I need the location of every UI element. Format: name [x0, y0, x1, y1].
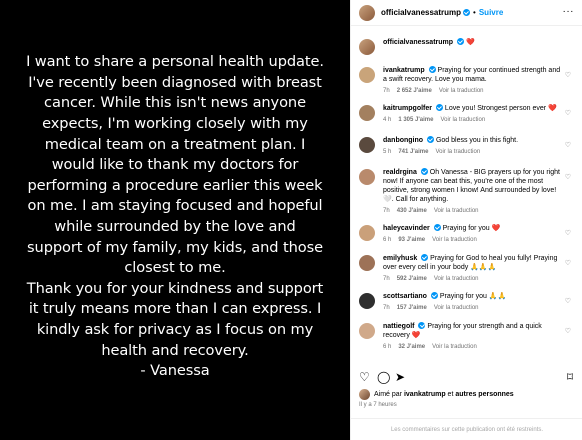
comment-time: 5 h	[383, 149, 392, 155]
post-timestamp: Il y a 7 heures	[359, 402, 397, 408]
verified-badge-icon	[418, 322, 426, 329]
verified-badge-icon	[428, 66, 436, 73]
more-options-icon[interactable]: ···	[563, 6, 575, 17]
comment-item: danbongino God bless you in this fight. …	[359, 136, 575, 155]
avatar[interactable]	[359, 293, 375, 309]
like-comment-icon[interactable]: ♡	[565, 109, 571, 117]
avatar[interactable]	[359, 389, 370, 400]
separator: •	[473, 8, 476, 17]
comment-username[interactable]: scottsartiano	[383, 293, 427, 300]
heart-outline-icon[interactable]: ♡	[359, 370, 370, 384]
comment-text: Praying for you ❤️	[442, 225, 501, 232]
caption-text: ❤️	[465, 39, 475, 46]
post-media: I want to share a personal health update…	[0, 0, 350, 440]
like-comment-icon[interactable]: ♡	[565, 327, 571, 335]
comment-time: 7h	[383, 208, 390, 214]
verified-badge-icon	[427, 136, 434, 143]
comment-time: 6 h	[383, 344, 392, 350]
translate-link[interactable]: Voir la traduction	[432, 237, 477, 243]
bookmark-icon[interactable]: ⌑	[567, 370, 573, 384]
translate-link[interactable]: Voir la traduction	[435, 149, 480, 155]
comment-username[interactable]: nattiegolf	[383, 323, 415, 330]
comment-likes[interactable]: 741 J'aime	[398, 149, 428, 155]
likes-summary: Aimé par ivankatrump et autres personnes	[359, 389, 514, 400]
avatar[interactable]	[359, 225, 375, 241]
comment-item: scottsartiano Praying for you 🙏🙏 7h 157 J…	[359, 292, 575, 311]
comment-item: nattiegolf Praying for your strength and…	[359, 322, 575, 350]
author-username[interactable]: officialvanessatrump	[381, 8, 461, 17]
likes-user[interactable]: ivankatrump	[404, 391, 446, 398]
like-comment-icon[interactable]: ♡	[565, 259, 571, 267]
comment-likes[interactable]: 2 652 J'aime	[397, 88, 432, 94]
verified-badge-icon	[435, 104, 443, 111]
caption-username[interactable]: officialvanessatrump	[383, 39, 453, 46]
post-header: officialvanessatrump • Suivre ···	[351, 0, 582, 26]
comment-time: 7h	[383, 305, 390, 311]
comment-text: God bless you in this fight.	[435, 137, 519, 144]
translate-link[interactable]: Voir la traduction	[439, 88, 484, 94]
post-viewer: I want to share a personal health update…	[0, 0, 582, 440]
caption: officialvanessatrump ❤️	[359, 38, 575, 55]
comment-likes[interactable]: 32 J'aime	[398, 344, 425, 350]
comment-likes[interactable]: 430 J'aime	[397, 208, 427, 214]
post-text: I want to share a personal health update…	[26, 53, 324, 380]
comment-item: emilyhusk Praying for God to heal you fu…	[359, 254, 575, 282]
send-icon[interactable]: ➤	[395, 370, 405, 384]
likes-others[interactable]: autres personnes	[455, 391, 513, 398]
avatar[interactable]	[359, 323, 375, 339]
avatar[interactable]	[359, 137, 375, 153]
translate-link[interactable]: Voir la traduction	[434, 276, 479, 282]
comment-username[interactable]: kaitrumpgolfer	[383, 105, 432, 112]
verified-badge-icon	[456, 38, 464, 45]
comment-username[interactable]: emilyhusk	[383, 255, 417, 262]
comment-text: Praying for you 🙏🙏	[439, 293, 507, 300]
avatar[interactable]	[359, 67, 375, 83]
comment-item: haleycavinder Praying for you ❤️ 6 h 93 J…	[359, 224, 575, 243]
comment-time: 4 h	[383, 117, 392, 123]
post-sidebar: officialvanessatrump • Suivre ··· offici…	[350, 0, 582, 440]
comment-item: ivankatrump Praying for your continued s…	[359, 66, 575, 94]
comment-username[interactable]: danbongino	[383, 137, 423, 144]
like-comment-icon[interactable]: ♡	[565, 71, 571, 79]
comment-likes[interactable]: 93 J'aime	[398, 237, 425, 243]
comment-likes[interactable]: 592 J'aime	[397, 276, 427, 282]
avatar[interactable]	[359, 4, 375, 21]
like-comment-icon[interactable]: ♡	[565, 141, 571, 149]
comment-likes[interactable]: 1 305 J'aime	[398, 117, 433, 123]
avatar[interactable]	[359, 105, 375, 121]
comment-username[interactable]: haleycavinder	[383, 225, 430, 232]
verified-badge-icon	[463, 9, 471, 16]
comment-icon[interactable]: ◯	[377, 370, 390, 384]
like-comment-icon[interactable]: ♡	[565, 173, 571, 181]
comment-username[interactable]: realdrgina	[383, 169, 417, 176]
comment-time: 6 h	[383, 237, 392, 243]
verified-badge-icon	[433, 224, 441, 231]
comments-limited-notice: Les commentaires sur cette publication o…	[351, 418, 582, 433]
like-comment-icon[interactable]: ♡	[565, 297, 571, 305]
comment-username[interactable]: ivankatrump	[383, 67, 425, 74]
avatar[interactable]	[359, 39, 375, 55]
comment-time: 7h	[383, 88, 390, 94]
comment-time: 7h	[383, 276, 390, 282]
comment-likes[interactable]: 157 J'aime	[397, 305, 427, 311]
translate-link[interactable]: Voir la traduction	[440, 117, 485, 123]
verified-badge-icon	[421, 254, 429, 261]
comment-text: Love you! Strongest person ever ❤️	[444, 105, 557, 112]
translate-link[interactable]: Voir la traduction	[434, 305, 479, 311]
avatar[interactable]	[359, 169, 375, 185]
likes-middle: et	[447, 391, 454, 398]
likes-prefix: Aimé par	[374, 391, 403, 398]
like-comment-icon[interactable]: ♡	[565, 229, 571, 237]
post-actions: ♡ ◯ ➤ ⌑	[359, 370, 575, 386]
translate-link[interactable]: Voir la traduction	[434, 208, 479, 214]
comment-item: realdrgina Oh Vanessa - BIG prayers up f…	[359, 168, 575, 214]
comment-item: kaitrumpgolfer Love you! Strongest perso…	[359, 104, 575, 123]
follow-button[interactable]: Suivre	[479, 8, 503, 17]
comments-list[interactable]: officialvanessatrump ❤️ ivankatrump Pray…	[351, 32, 582, 362]
verified-badge-icon	[420, 168, 428, 175]
translate-link[interactable]: Voir la traduction	[432, 344, 477, 350]
verified-badge-icon	[430, 292, 438, 299]
avatar[interactable]	[359, 255, 375, 271]
